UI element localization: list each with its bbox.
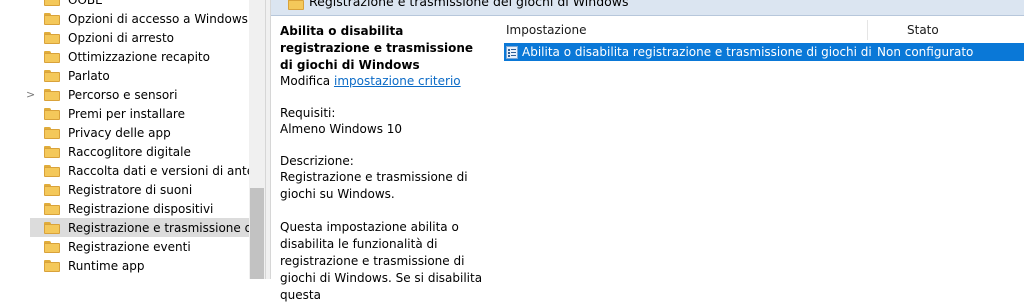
tree-item[interactable]: Runtime app	[30, 256, 262, 275]
tree-item-label: Registrazione dispositivi	[68, 201, 214, 216]
description-pane: Abilita o disabilita registrazione e tra…	[271, 16, 493, 302]
tree-item-label: Premi per installare	[68, 106, 185, 121]
folder-icon	[44, 31, 60, 44]
tree-item-label: Parlato	[68, 68, 110, 83]
folder-icon	[288, 0, 304, 10]
chevron-right-icon[interactable]: >	[26, 85, 36, 104]
folder-icon	[44, 221, 60, 234]
tree-item[interactable]: Opzioni di arresto	[30, 28, 262, 47]
description-label: Descrizione:	[280, 154, 354, 168]
column-header-state[interactable]: Stato	[907, 16, 939, 44]
category-header: Registrazione e trasmissione dei giochi …	[271, 0, 1024, 16]
folder-icon	[44, 50, 60, 63]
folder-icon	[44, 12, 60, 25]
tree-item-label: Raccoglitore digitale	[68, 144, 191, 159]
tree-item[interactable]: Parlato	[30, 66, 262, 85]
tree-item[interactable]: Ottimizzazione recapito	[30, 47, 262, 66]
requirements-value: Almeno Windows 10	[280, 122, 403, 136]
tree-item[interactable]: > Percorso e sensori	[26, 85, 262, 104]
tree-item-label: Raccolta dati e versioni di antepr	[68, 163, 262, 178]
tree-item-label: Opzioni di arresto	[68, 30, 174, 45]
folder-icon	[44, 240, 60, 253]
folder-icon	[44, 69, 60, 82]
tree-scrollbar-thumb[interactable]	[250, 188, 264, 279]
tree-item[interactable]: Registrazione eventi	[30, 237, 262, 256]
edit-prefix: Modifica	[280, 74, 331, 88]
requirements-label: Requisiti:	[280, 106, 336, 120]
tree-item-label: Privacy delle app	[68, 125, 171, 140]
folder-icon	[44, 126, 60, 139]
tree-item-label: Ottimizzazione recapito	[68, 49, 210, 64]
policy-setting-icon	[506, 45, 518, 59]
tree-item-label: Runtime app	[68, 258, 145, 273]
tree-item-label: Opzioni di accesso a Windows	[68, 11, 248, 26]
folder-icon	[44, 0, 60, 6]
tree-item-label: OOBE	[68, 0, 103, 7]
tree-item-label: Registrazione eventi	[68, 239, 191, 254]
folder-icon	[44, 183, 60, 196]
tree-item[interactable]: Opzioni di accesso a Windows	[30, 9, 262, 28]
policy-title: Abilita o disabilita registrazione e tra…	[280, 24, 474, 72]
tree-scrollbar[interactable]	[249, 0, 265, 279]
tree-item[interactable]: Registrazione dispositivi	[30, 199, 262, 218]
tree-item[interactable]: Raccoglitore digitale	[30, 142, 262, 161]
policy-explanation-text: Questa impostazione abilita o disabilita…	[280, 220, 483, 302]
folder-icon	[44, 164, 60, 177]
setting-state: Non configurato	[877, 45, 974, 59]
tree-item[interactable]: Registratore di suoni	[30, 180, 262, 199]
settings-list[interactable]: Impostazione Stato Abilita o disabilita …	[497, 16, 1024, 279]
folder-icon	[44, 107, 60, 120]
setting-row[interactable]: Abilita o disabilita registrazione e tra…	[504, 43, 1024, 61]
tree-item[interactable]: Raccolta dati e versioni di antepr	[30, 161, 262, 180]
description-text: Registrazione e trasmissione di giochi s…	[280, 170, 468, 201]
tree-item-label: Registrazione e trasmissione dei	[68, 220, 262, 235]
folder-icon	[44, 202, 60, 215]
tree-item[interactable]: Registrazione e trasmissione dei	[30, 218, 262, 237]
tree-item-label: Percorso e sensori	[68, 87, 178, 102]
column-separator[interactable]	[867, 20, 868, 40]
tree-item[interactable]: OOBE	[30, 0, 262, 9]
folder-icon	[44, 145, 60, 158]
category-title: Registrazione e trasmissione dei giochi …	[309, 0, 629, 9]
setting-name: Abilita o disabilita registrazione e tra…	[522, 45, 874, 59]
column-header-setting[interactable]: Impostazione	[506, 16, 586, 44]
folder-icon	[44, 259, 60, 272]
tree-item-label: Registratore di suoni	[68, 182, 193, 197]
edit-line: Modifica impostazione criterio	[280, 73, 461, 90]
folder-icon	[44, 88, 60, 101]
tree-item[interactable]: Privacy delle app	[30, 123, 262, 142]
edit-policy-link[interactable]: impostazione criterio	[334, 74, 461, 88]
navigation-tree[interactable]: OOBE Opzioni di accesso a Windows Opzioni …	[0, 0, 265, 279]
tree-item[interactable]: Premi per installare	[30, 104, 262, 123]
